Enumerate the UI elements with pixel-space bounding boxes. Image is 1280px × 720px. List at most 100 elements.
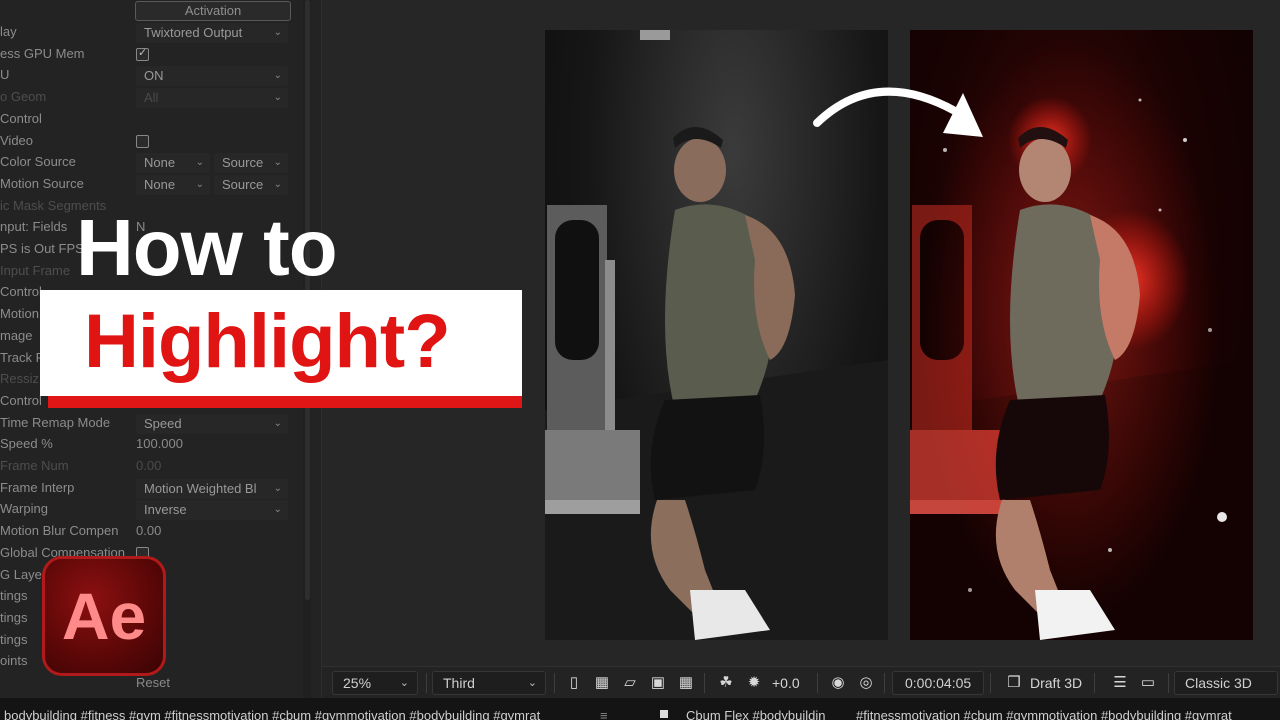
menu-icon: ≡: [600, 708, 608, 720]
property-label: Track R: [0, 349, 46, 365]
exposure-value[interactable]: +0.0: [772, 673, 800, 693]
property-label: G Layer: [0, 566, 47, 582]
property-label: tings: [0, 631, 28, 647]
effect-property-row: ess GPU Mem: [0, 44, 300, 66]
property-label: U: [0, 67, 10, 83]
chevron-down-icon: ⌄: [273, 178, 282, 190]
property-value[interactable]: 0.00: [136, 523, 161, 538]
effect-property-row: Time Remap Mode Speed ⌄: [0, 413, 300, 435]
effect-property-row: lay Twixtored Output ⌄: [0, 22, 300, 44]
property-label: Control: [0, 110, 42, 126]
property-dropdown[interactable]: Speed ⌄: [136, 413, 288, 434]
square-icon: [660, 710, 668, 718]
effect-property-row: Motion Source None ⌄ Source ⌄: [0, 174, 300, 196]
title-line-1: How to: [76, 203, 338, 292]
timecode-field[interactable]: 0:00:04:05: [892, 671, 984, 695]
property-label: lay: [0, 24, 17, 39]
dropdown-value: Motion Weighted Bl: [144, 480, 257, 496]
source-layer-dropdown[interactable]: Source ⌄: [214, 153, 288, 174]
effect-property-row: Color Source None ⌄ Source ⌄: [0, 152, 300, 174]
property-label: Control: [0, 284, 42, 300]
dropdown-value: Twixtored Output: [144, 25, 243, 40]
property-label: Input Frame: [0, 262, 71, 278]
clip-title: Cbum Flex #bodybuildin: [686, 708, 826, 720]
effect-property-row: Frame Interp Motion Weighted Bl ⌄: [0, 478, 300, 500]
title-line-2: Highlight?: [84, 299, 451, 384]
property-dropdown[interactable]: Inverse ⌄: [136, 500, 288, 521]
property-label: Speed %: [0, 436, 53, 452]
property-label: nput: Fields: [0, 219, 68, 235]
property-label: Motion: [0, 306, 40, 322]
show-snapshot-icon[interactable]: ◎: [856, 673, 876, 693]
renderer-dropdown[interactable]: Classic 3D: [1174, 671, 1278, 695]
fast-previews-icon[interactable]: ▯: [564, 673, 584, 693]
toolbar-divider: [1168, 673, 1169, 693]
property-label: tings: [0, 588, 28, 604]
region-of-interest-icon[interactable]: ▣: [648, 673, 668, 693]
effect-property-row: Speed % 100.000: [0, 434, 300, 456]
resolution-dropdown[interactable]: Third ⌄: [432, 671, 546, 695]
hashtag-strip: bodybuilding #fitness #gym #fitnessmotiv…: [0, 698, 1280, 720]
dropdown-value: Source: [222, 155, 264, 171]
extended-viewer-icon[interactable]: ☰: [1110, 673, 1130, 693]
channels-icon[interactable]: ☘: [716, 673, 736, 693]
chevron-down-icon: ⌄: [273, 157, 282, 169]
toolbar-divider: [817, 673, 818, 693]
effect-property-row: Warping Inverse ⌄: [0, 499, 300, 521]
property-dropdown[interactable]: Twixtored Output ⌄: [136, 23, 288, 43]
guides-icon[interactable]: ▦: [676, 673, 696, 693]
activation-button[interactable]: Activation: [135, 1, 291, 21]
camera-snapshot-icon[interactable]: ◉: [828, 673, 848, 693]
curved-arrow-icon: [813, 87, 983, 137]
property-checkbox[interactable]: [136, 134, 149, 148]
property-label: Motion Blur Compen: [0, 523, 119, 539]
property-label: PS is Out FPS: [0, 241, 84, 256]
chevron-down-icon: ⌄: [273, 504, 282, 516]
property-label: mage: [0, 327, 33, 343]
dropdown-value: None: [144, 176, 176, 192]
dropdown-value: Inverse: [144, 502, 187, 518]
chevron-down-icon: ⌄: [195, 157, 204, 169]
chevron-down-icon: ⌄: [273, 27, 282, 38]
renderer-value: Classic 3D: [1185, 675, 1252, 691]
hashtags-left: bodybuilding #fitness #gym #fitnessmotiv…: [4, 708, 541, 720]
property-checkbox[interactable]: [136, 46, 149, 61]
effect-property-row: Motion Blur Compen 0.00: [0, 521, 300, 543]
draft-3d-icon[interactable]: ❒: [1004, 673, 1024, 693]
dropdown-value: Speed: [144, 415, 182, 431]
transparency-grid-icon[interactable]: ▦: [592, 673, 612, 693]
dropdown-value: None: [144, 155, 176, 171]
source-dropdown[interactable]: None ⌄: [136, 174, 210, 195]
property-value[interactable]: 100.000: [136, 436, 183, 451]
property-label: oints: [0, 653, 28, 669]
dropdown-value: Source: [222, 176, 264, 192]
property-label: Frame Interp: [0, 479, 75, 495]
chevron-down-icon: ⌄: [527, 677, 537, 689]
property-label: ess GPU Mem: [0, 45, 85, 61]
dropdown-value: All: [144, 90, 159, 106]
property-dropdown[interactable]: ON ⌄: [136, 66, 288, 87]
toolbar-divider: [704, 673, 705, 693]
property-dropdown[interactable]: Motion Weighted Bl ⌄: [136, 478, 288, 499]
source-dropdown[interactable]: None ⌄: [136, 153, 210, 174]
draft-3d-label[interactable]: Draft 3D: [1030, 673, 1082, 693]
chevron-down-icon: ⌄: [399, 677, 409, 689]
3d-ground-plane-icon[interactable]: ▭: [1138, 673, 1158, 693]
viewer-toolbar: 25% ⌄ Third ⌄ ▯ ▦ ▱ ▣ ▦ ☘ ✹ +0.0 ◉ ◎ 0:0…: [322, 666, 1280, 698]
zoom-dropdown[interactable]: 25% ⌄: [332, 671, 418, 695]
toolbar-divider: [426, 673, 427, 693]
property-label: Control: [0, 392, 42, 408]
mask-visibility-icon[interactable]: ▱: [620, 673, 640, 693]
property-value[interactable]: Reset: [136, 675, 170, 690]
property-label: Time Remap Mode: [0, 414, 111, 430]
chevron-down-icon: ⌄: [195, 178, 204, 190]
property-label: Color Source: [0, 154, 76, 170]
effect-property-row: U ON ⌄: [0, 65, 300, 87]
color-management-icon[interactable]: ✹: [744, 673, 764, 693]
property-value[interactable]: 0.00: [136, 458, 161, 473]
effect-property-row: Reset: [0, 673, 300, 695]
resolution-value: Third: [443, 675, 475, 691]
property-dropdown[interactable]: All ⌄: [136, 88, 288, 109]
property-label: Video: [0, 132, 34, 148]
source-layer-dropdown[interactable]: Source ⌄: [214, 174, 288, 195]
